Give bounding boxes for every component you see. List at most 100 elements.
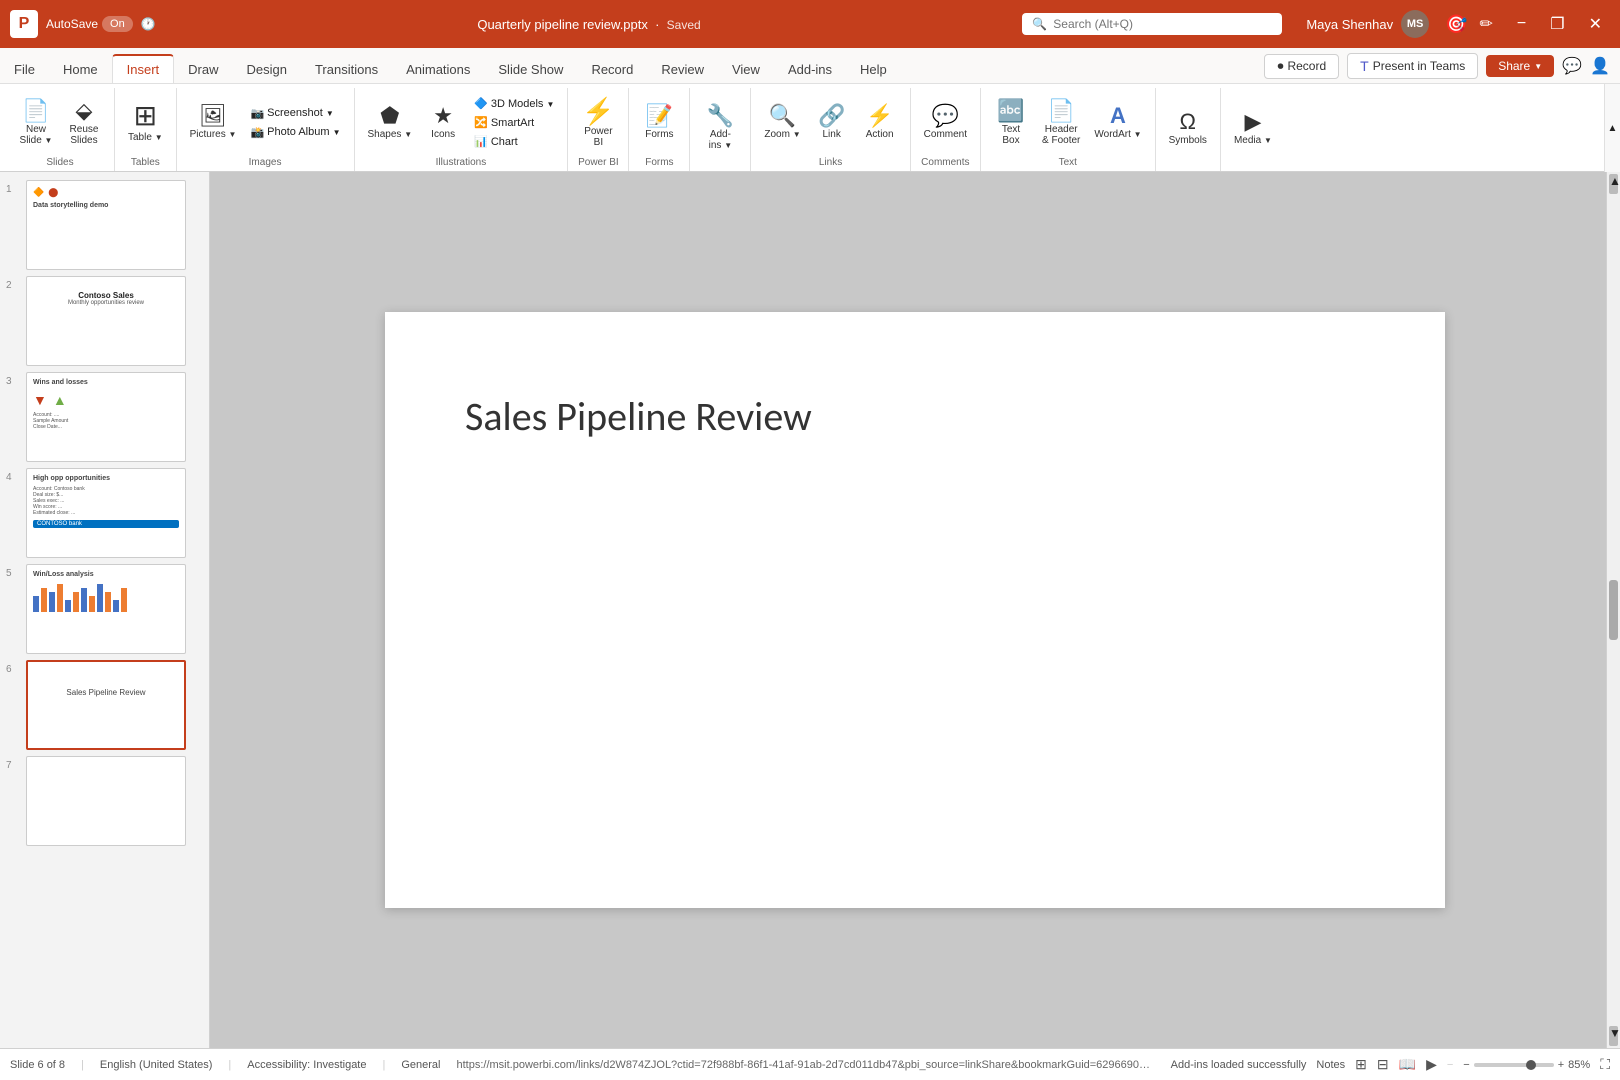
tab-slideshow[interactable]: Slide Show xyxy=(484,56,577,83)
notes-button[interactable]: Notes xyxy=(1316,1059,1345,1071)
scrollbar-up-arrow[interactable]: ▲ xyxy=(1609,174,1618,194)
illustrations-group-label: Illustrations xyxy=(436,157,487,171)
close-button[interactable]: ✕ xyxy=(1581,10,1610,38)
chart-button[interactable]: 📊 Chart xyxy=(469,133,559,150)
tab-home[interactable]: Home xyxy=(49,56,112,83)
scrollbar-thumb[interactable] xyxy=(1609,580,1618,640)
slide-num-7: 7 xyxy=(6,760,20,771)
slide-img-5: Win/Loss analysis xyxy=(26,564,186,654)
fit-slide-icon[interactable]: ⛶ xyxy=(1600,1056,1610,1073)
tab-transitions[interactable]: Transitions xyxy=(301,56,392,83)
wordart-button[interactable]: A WordArt ▼ xyxy=(1089,102,1146,143)
icons-icon: ★ xyxy=(433,105,453,127)
images-group-content: 🖼 Pictures ▼ 📷 Screenshot ▼ 📸 Photo Albu… xyxy=(185,88,346,157)
screenshot-button[interactable]: 📷 Screenshot ▼ xyxy=(245,105,345,122)
zoom-out-icon[interactable]: − xyxy=(1463,1059,1469,1071)
media-button[interactable]: ▶ Media ▼ xyxy=(1229,108,1277,149)
zoom-slider[interactable] xyxy=(1474,1063,1554,1067)
tab-file[interactable]: File xyxy=(0,56,49,83)
tab-help[interactable]: Help xyxy=(846,56,901,83)
pen-icon[interactable]: ✏ xyxy=(1480,14,1493,34)
shapes-button[interactable]: ⬟ Shapes ▼ xyxy=(363,102,418,143)
3d-models-button[interactable]: 🔷 3D Models ▼ xyxy=(469,95,559,112)
zoom-level[interactable]: 85% xyxy=(1568,1059,1590,1071)
pictures-icon: 🖼 xyxy=(199,105,227,127)
reuse-slides-button[interactable]: ⬙ ReuseSlides xyxy=(62,97,106,149)
forms-group-content: 📝 Forms xyxy=(637,88,681,157)
symbols-group: Ω Symbols xyxy=(1156,88,1221,171)
tables-group-label: Tables xyxy=(131,157,160,171)
canvas-area[interactable]: Sales Pipeline Review ▲ ▼ xyxy=(210,172,1620,1048)
slide-sorter-icon[interactable]: ⊟ xyxy=(1377,1056,1389,1073)
table-icon: ⊞ xyxy=(134,102,157,130)
tab-design[interactable]: Design xyxy=(233,56,301,83)
ribbon-tabs: FileHomeInsertDrawDesignTransitionsAnima… xyxy=(0,54,1254,83)
slide-thumb-3[interactable]: 3Wins and losses▼▲Account: ....Sample Am… xyxy=(6,372,203,462)
forms-button[interactable]: 📝 Forms xyxy=(637,102,681,143)
share-button[interactable]: Share ▼ xyxy=(1486,55,1554,77)
add-ins-button[interactable]: 🔧 Add-ins ▼ xyxy=(698,102,742,154)
search-icon: 🔍 xyxy=(1032,17,1047,31)
zoom-thumb xyxy=(1526,1060,1536,1070)
avatar[interactable]: MS xyxy=(1401,10,1429,38)
record-button[interactable]: ⏺ Record xyxy=(1264,54,1339,79)
tab-view[interactable]: View xyxy=(718,56,774,83)
photo-album-icon: 📸 xyxy=(250,126,264,139)
tab-animations[interactable]: Animations xyxy=(392,56,484,83)
ribbon-collapse-button[interactable]: ▲ xyxy=(1604,84,1620,172)
slide-thumb-1[interactable]: 1🔶⬤Data storytelling demo xyxy=(6,180,203,270)
restore-button[interactable]: ❐ xyxy=(1542,10,1572,38)
language-status[interactable]: English (United States) xyxy=(100,1059,213,1071)
tab-addins[interactable]: Add-ins xyxy=(774,56,846,83)
zoom-button[interactable]: 🔍 Zoom ▼ xyxy=(759,102,805,143)
slide-thumb-6[interactable]: 6Sales Pipeline Review xyxy=(6,660,203,750)
statusbar: Slide 6 of 8 | English (United States) |… xyxy=(0,1048,1620,1080)
photo-album-button[interactable]: 📸 Photo Album ▼ xyxy=(245,124,345,141)
profile-icon-header[interactable]: 👤 xyxy=(1590,56,1610,76)
slide-img-7 xyxy=(26,756,186,846)
ribbon-icon[interactable]: 🎯 xyxy=(1445,14,1467,35)
canvas-vertical-scrollbar[interactable]: ▲ ▼ xyxy=(1606,172,1620,1048)
search-input[interactable] xyxy=(1053,17,1272,31)
reading-view-icon[interactable]: 📖 xyxy=(1399,1056,1416,1073)
general-status: General xyxy=(401,1059,440,1071)
slide-thumb-4[interactable]: 4High opp opportunitiesAccount: Contoso … xyxy=(6,468,203,558)
autosave-toggle[interactable]: On xyxy=(102,16,133,32)
header-footer-button[interactable]: 📄 Header& Footer xyxy=(1037,97,1085,149)
text-box-button[interactable]: 🔤 TextBox xyxy=(989,97,1033,149)
action-button[interactable]: ⚡ Action xyxy=(858,102,902,143)
accessibility-status[interactable]: Accessibility: Investigate xyxy=(247,1059,366,1071)
new-slide-button[interactable]: 📄 NewSlide ▼ xyxy=(14,97,58,149)
present-in-teams-button[interactable]: T Present in Teams xyxy=(1347,53,1478,79)
statusbar-right: Add-ins loaded successfully Notes ⊞ ⊟ 📖 … xyxy=(1171,1056,1610,1073)
powerbi-group-content: ⚡ PowerBI xyxy=(576,88,620,157)
smartart-button[interactable]: 🔀 SmartArt xyxy=(469,114,559,131)
icons-button[interactable]: ★ Icons xyxy=(421,102,465,143)
tab-record[interactable]: Record xyxy=(577,56,647,83)
pictures-button[interactable]: 🖼 Pictures ▼ xyxy=(185,102,242,143)
table-button[interactable]: ⊞ Table ▼ xyxy=(123,99,168,146)
slideshow-view-icon[interactable]: ▶ xyxy=(1426,1056,1437,1073)
zoom-control[interactable]: − + 85% xyxy=(1463,1059,1590,1071)
tab-review[interactable]: Review xyxy=(647,56,718,83)
slide-img-4: High opp opportunitiesAccount: Contoso b… xyxy=(26,468,186,558)
normal-view-icon[interactable]: ⊞ xyxy=(1355,1056,1367,1073)
link-button[interactable]: 🔗 Link xyxy=(810,102,854,143)
comment-button[interactable]: 💬 Comment xyxy=(919,102,972,143)
slide-thumb-7[interactable]: 7 xyxy=(6,756,203,846)
symbols-button[interactable]: Ω Symbols xyxy=(1164,108,1212,149)
zoom-in-icon[interactable]: + xyxy=(1558,1059,1564,1071)
comments-group: 💬 Comment Comments xyxy=(911,88,981,171)
links-group-content: 🔍 Zoom ▼ 🔗 Link ⚡ Action xyxy=(759,88,901,157)
save-history-icon[interactable]: 🕐 xyxy=(141,17,156,31)
minimize-button[interactable]: − xyxy=(1509,11,1534,37)
tab-draw[interactable]: Draw xyxy=(174,56,232,83)
slide-thumb-5[interactable]: 5Win/Loss analysis xyxy=(6,564,203,654)
tab-insert[interactable]: Insert xyxy=(112,54,175,83)
powerbi-button[interactable]: ⚡ PowerBI xyxy=(576,95,620,151)
comment-icon-header[interactable]: 💬 xyxy=(1562,56,1582,76)
slide-thumb-2[interactable]: 2Contoso SalesMonthly opportunities revi… xyxy=(6,276,203,366)
slide-img-1: 🔶⬤Data storytelling demo xyxy=(26,180,186,270)
scrollbar-down-arrow[interactable]: ▼ xyxy=(1609,1026,1618,1046)
search-box[interactable]: 🔍 xyxy=(1022,13,1282,35)
